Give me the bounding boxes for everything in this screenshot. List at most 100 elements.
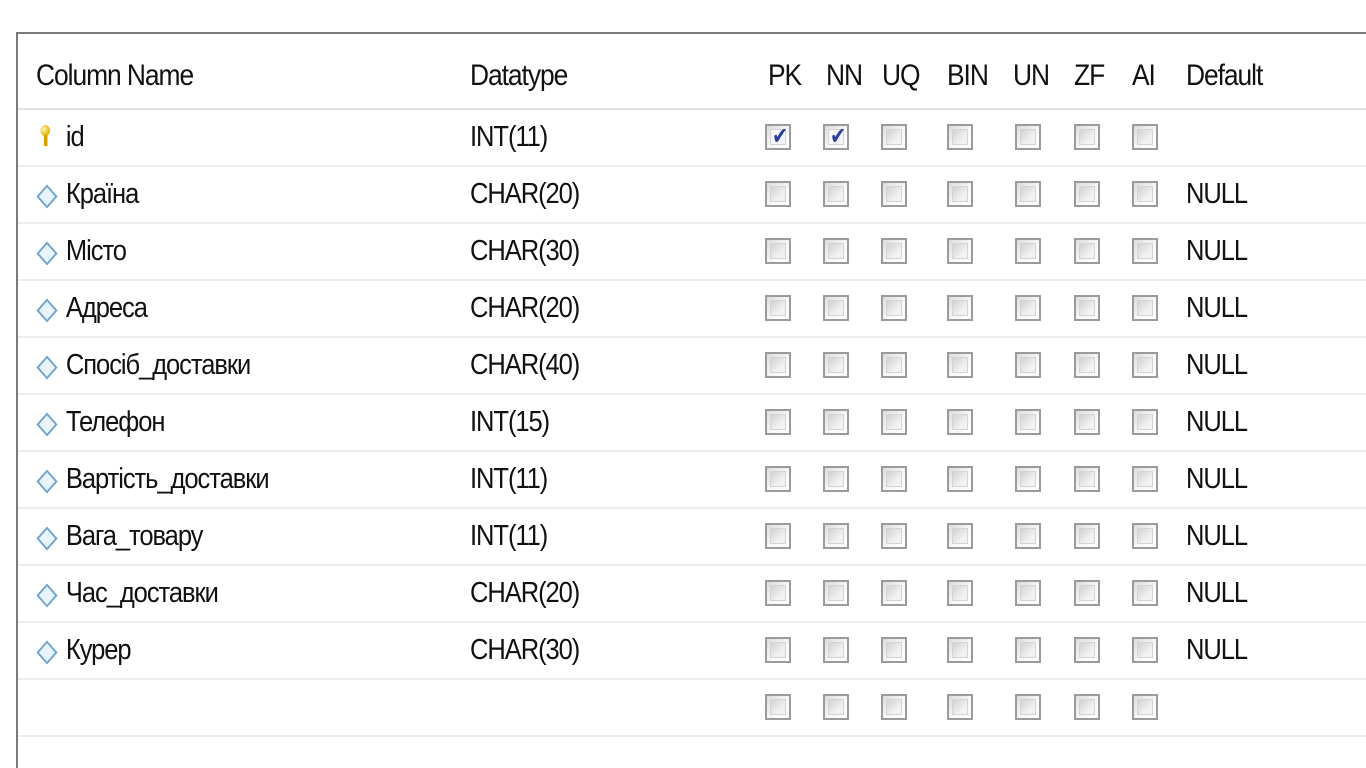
uq-checkbox[interactable] (881, 181, 907, 207)
datatype-cell[interactable]: INT(11) (470, 110, 548, 165)
bin-checkbox[interactable] (947, 580, 973, 606)
table-row[interactable]: Країна CHAR(20) NULL (18, 167, 1366, 224)
bin-checkbox[interactable] (947, 181, 973, 207)
datatype-cell[interactable]: CHAR(30) (470, 623, 580, 678)
header-pk[interactable]: PK (768, 44, 802, 108)
ai-checkbox[interactable] (1132, 466, 1158, 492)
nn-checkbox[interactable] (823, 580, 849, 606)
un-checkbox[interactable] (1015, 466, 1041, 492)
zf-checkbox[interactable] (1074, 637, 1100, 663)
table-row[interactable]: id INT(11) ✔ ✔ (18, 110, 1366, 167)
table-row[interactable]: Курер CHAR(30) NULL (18, 623, 1366, 680)
bin-checkbox[interactable] (947, 238, 973, 264)
un-checkbox[interactable] (1015, 181, 1041, 207)
nn-checkbox[interactable] (823, 409, 849, 435)
column-name-cell[interactable]: Адреса (36, 281, 148, 336)
ai-checkbox[interactable] (1132, 352, 1158, 378)
column-name-cell[interactable]: Країна (36, 167, 139, 222)
datatype-cell[interactable]: CHAR(20) (470, 281, 580, 336)
ai-checkbox[interactable] (1132, 523, 1158, 549)
uq-checkbox[interactable] (881, 352, 907, 378)
nn-checkbox[interactable] (823, 352, 849, 378)
default-value-cell[interactable]: NULL (1186, 338, 1248, 393)
column-name-cell[interactable]: Час_доставки (36, 566, 219, 621)
uq-checkbox[interactable] (881, 637, 907, 663)
nn-checkbox[interactable] (823, 466, 849, 492)
nn-checkbox[interactable] (823, 295, 849, 321)
zf-checkbox[interactable] (1074, 181, 1100, 207)
zf-checkbox[interactable] (1074, 694, 1100, 720)
uq-checkbox[interactable] (881, 580, 907, 606)
default-value-cell[interactable]: NULL (1186, 224, 1248, 279)
uq-checkbox[interactable] (881, 238, 907, 264)
table-row[interactable]: Адреса CHAR(20) NULL (18, 281, 1366, 338)
bin-checkbox[interactable] (947, 637, 973, 663)
pk-checkbox[interactable] (765, 181, 791, 207)
pk-checkbox[interactable] (765, 295, 791, 321)
un-checkbox[interactable] (1015, 580, 1041, 606)
header-un[interactable]: UN (1013, 44, 1050, 108)
un-checkbox[interactable] (1015, 352, 1041, 378)
default-value-cell[interactable]: NULL (1186, 395, 1248, 450)
table-row[interactable]: Час_доставки CHAR(20) NULL (18, 566, 1366, 623)
zf-checkbox[interactable] (1074, 580, 1100, 606)
zf-checkbox[interactable] (1074, 409, 1100, 435)
un-checkbox[interactable] (1015, 409, 1041, 435)
uq-checkbox[interactable] (881, 523, 907, 549)
ai-checkbox[interactable] (1132, 238, 1158, 264)
pk-checkbox[interactable] (765, 409, 791, 435)
header-ai[interactable]: AI (1132, 44, 1156, 108)
ai-checkbox[interactable] (1132, 409, 1158, 435)
header-nn[interactable]: NN (826, 44, 863, 108)
un-checkbox[interactable] (1015, 124, 1041, 150)
header-zf[interactable]: ZF (1074, 44, 1105, 108)
ai-checkbox[interactable] (1132, 637, 1158, 663)
default-value-cell[interactable]: NULL (1186, 566, 1248, 621)
zf-checkbox[interactable] (1074, 466, 1100, 492)
un-checkbox[interactable] (1015, 694, 1041, 720)
nn-checkbox[interactable] (823, 523, 849, 549)
column-name-cell[interactable]: Курер (36, 623, 132, 678)
pk-checkbox[interactable] (765, 580, 791, 606)
zf-checkbox[interactable] (1074, 238, 1100, 264)
nn-checkbox[interactable] (823, 238, 849, 264)
bin-checkbox[interactable] (947, 409, 973, 435)
un-checkbox[interactable] (1015, 295, 1041, 321)
bin-checkbox[interactable] (947, 124, 973, 150)
pk-checkbox[interactable] (765, 238, 791, 264)
table-row[interactable]: Вага_товару INT(11) NULL (18, 509, 1366, 566)
pk-checkbox[interactable] (765, 352, 791, 378)
datatype-cell[interactable]: CHAR(40) (470, 338, 580, 393)
default-value-cell[interactable]: NULL (1186, 623, 1248, 678)
header-datatype[interactable]: Datatype (470, 44, 568, 108)
column-name-cell[interactable] (36, 680, 66, 735)
datatype-cell[interactable]: INT(11) (470, 509, 548, 564)
datatype-cell[interactable]: INT(15) (470, 395, 550, 450)
table-row[interactable]: Місто CHAR(30) NULL (18, 224, 1366, 281)
column-name-cell[interactable]: Місто (36, 224, 127, 279)
header-default[interactable]: Default (1186, 44, 1263, 108)
header-bin[interactable]: BIN (947, 44, 989, 108)
column-name-cell[interactable]: Телефон (36, 395, 166, 450)
bin-checkbox[interactable] (947, 694, 973, 720)
nn-checkbox[interactable]: ✔ (823, 122, 849, 150)
nn-checkbox[interactable] (823, 637, 849, 663)
datatype-cell[interactable]: CHAR(20) (470, 566, 580, 621)
default-value-cell[interactable]: NULL (1186, 509, 1248, 564)
ai-checkbox[interactable] (1132, 580, 1158, 606)
ai-checkbox[interactable] (1132, 181, 1158, 207)
pk-checkbox[interactable] (765, 466, 791, 492)
default-value-cell[interactable]: NULL (1186, 167, 1248, 222)
zf-checkbox[interactable] (1074, 295, 1100, 321)
zf-checkbox[interactable] (1074, 523, 1100, 549)
datatype-cell[interactable]: CHAR(30) (470, 224, 580, 279)
un-checkbox[interactable] (1015, 238, 1041, 264)
pk-checkbox[interactable] (765, 694, 791, 720)
bin-checkbox[interactable] (947, 466, 973, 492)
column-name-cell[interactable]: id (36, 110, 85, 165)
ai-checkbox[interactable] (1132, 124, 1158, 150)
nn-checkbox[interactable] (823, 694, 849, 720)
bin-checkbox[interactable] (947, 352, 973, 378)
table-row[interactable]: Вартість_доставки INT(11) NULL (18, 452, 1366, 509)
datatype-cell[interactable]: CHAR(20) (470, 167, 580, 222)
